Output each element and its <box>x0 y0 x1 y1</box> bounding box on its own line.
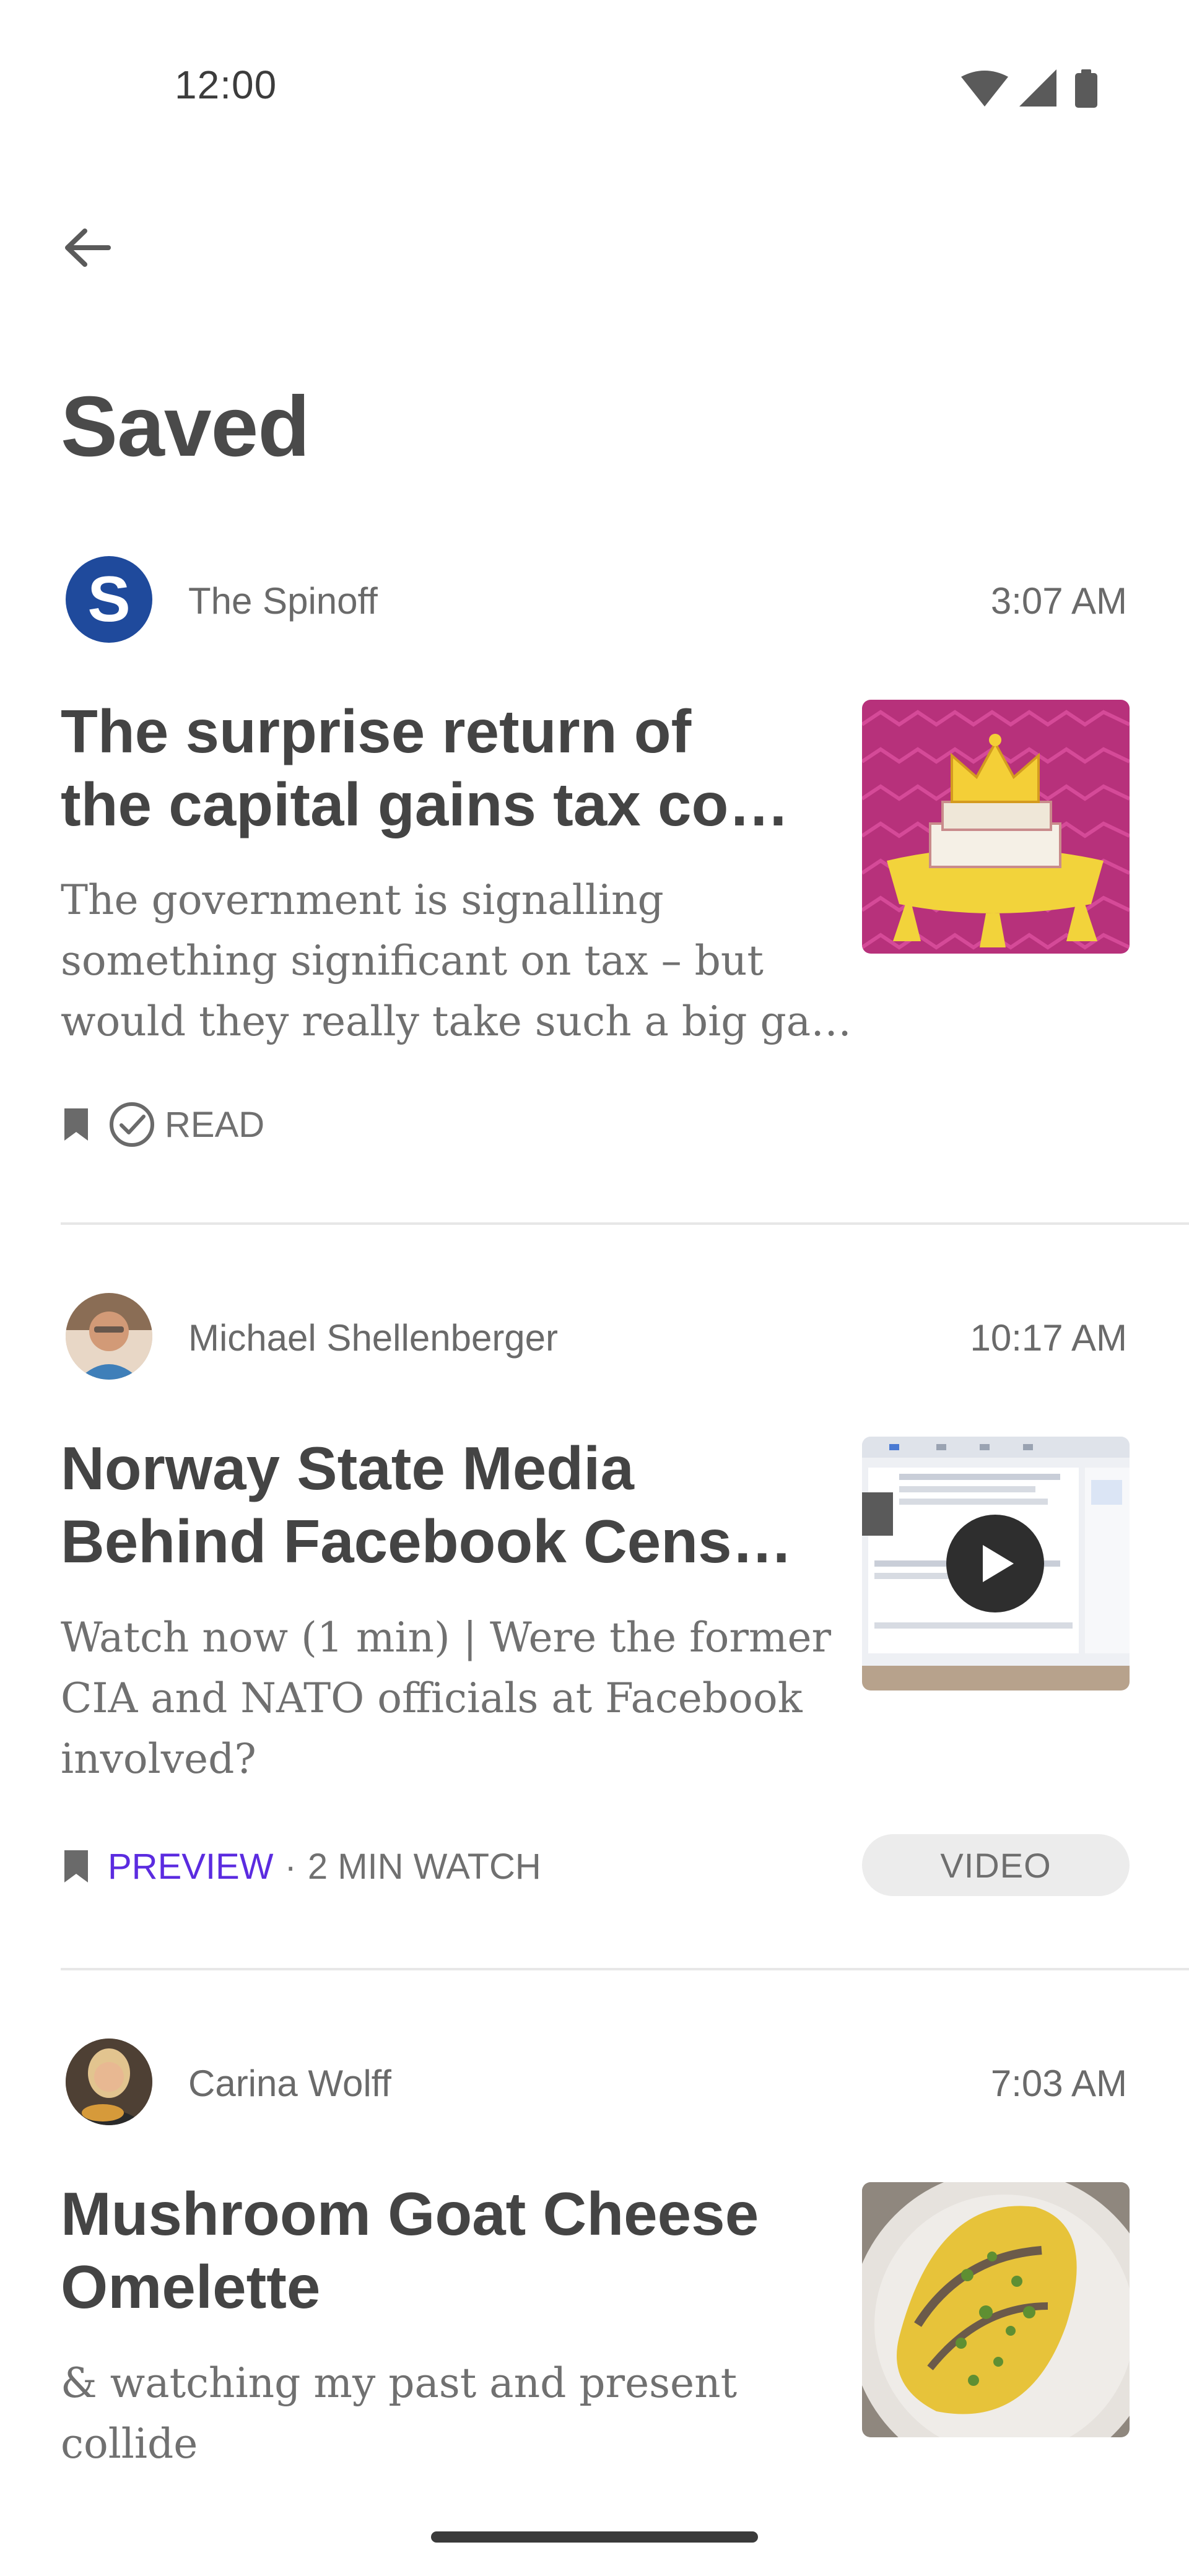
article-title-line: Mushroom Goat Cheese <box>61 2180 759 2248</box>
post-time: 3:07 AM <box>990 580 1127 622</box>
bookmark-icon[interactable] <box>61 1848 92 1885</box>
publication-avatar: S <box>66 556 152 643</box>
play-button[interactable] <box>946 1515 1044 1612</box>
read-check-icon <box>110 1102 154 1147</box>
article-title[interactable]: Norway State Media Behind Facebook Cens… <box>61 1432 816 1578</box>
video-thumbnail[interactable] <box>862 1437 1130 1690</box>
article-title-line: Omelette <box>61 2253 321 2321</box>
article-meta: PREVIEW · 2 MIN WATCH <box>61 1842 541 1891</box>
meta-separator: · <box>284 1846 297 1887</box>
read-status: READ <box>165 1104 265 1145</box>
bookmark-icon[interactable] <box>61 1106 92 1143</box>
divider <box>61 1222 1189 1225</box>
article-meta: READ <box>61 1100 264 1149</box>
play-icon <box>983 1545 1014 1582</box>
article-subtitle-line: collide <box>61 2420 198 2468</box>
post-time: 7:03 AM <box>990 2063 1127 2104</box>
saved-screen: 12:00 Saved S The Spinoff 3:07 AM The su… <box>0 0 1189 2576</box>
article-thumbnail[interactable] <box>862 700 1130 954</box>
article-title[interactable]: The surprise return of the capital gains… <box>61 695 816 841</box>
article-title-line: The surprise return of <box>61 697 692 765</box>
divider <box>61 1968 1189 1970</box>
author-photo <box>66 1293 152 1380</box>
article-thumbnail[interactable] <box>862 2182 1130 2437</box>
article-subtitle-line: CIA and NATO officials at Facebook <box>61 1674 803 1722</box>
article-subtitle: & watching my past and present collide <box>61 2353 822 2474</box>
article-subtitle-line: involved? <box>61 1735 256 1783</box>
article-subtitle-line: Watch now (1 min) | Were the former <box>61 1614 832 1661</box>
article-title-line: the capital gains tax co… <box>61 770 790 838</box>
avatar-letter: S <box>87 563 131 635</box>
article-subtitle-line: The government is signalling <box>61 876 664 924</box>
author-name[interactable]: Carina Wolff <box>188 2062 391 2105</box>
author-avatar <box>66 1293 152 1380</box>
author-name[interactable]: The Spinoff <box>188 580 378 622</box>
article-subtitle-line: would they really take such a big ga… <box>61 998 852 1045</box>
article-title-line: Behind Facebook Cens… <box>61 1507 793 1575</box>
article-subtitle: The government is signalling something s… <box>61 870 852 1052</box>
author-name[interactable]: Michael Shellenberger <box>188 1316 558 1359</box>
preview-label[interactable]: PREVIEW <box>108 1846 274 1887</box>
video-badge: VIDEO <box>862 1834 1130 1896</box>
article-title[interactable]: Mushroom Goat Cheese Omelette <box>61 2177 816 2323</box>
article-title-line: Norway State Media <box>61 1434 634 1502</box>
article-subtitle-line: something significant on tax – but <box>61 937 764 985</box>
article-subtitle-line: & watching my past and present <box>61 2359 738 2407</box>
home-indicator[interactable] <box>431 2531 758 2543</box>
article-card[interactable]: S The Spinoff 3:07 AM The surprise retur… <box>0 0 1189 1226</box>
crown-illustration <box>862 710 1130 950</box>
article-subtitle: Watch now (1 min) | Were the former CIA … <box>61 1608 832 1790</box>
watch-time: 2 MIN WATCH <box>307 1846 541 1887</box>
author-photo <box>66 2039 152 2125</box>
post-time: 10:17 AM <box>970 1317 1127 1359</box>
omelette-photo <box>862 2182 1130 2437</box>
author-avatar <box>66 2039 152 2125</box>
